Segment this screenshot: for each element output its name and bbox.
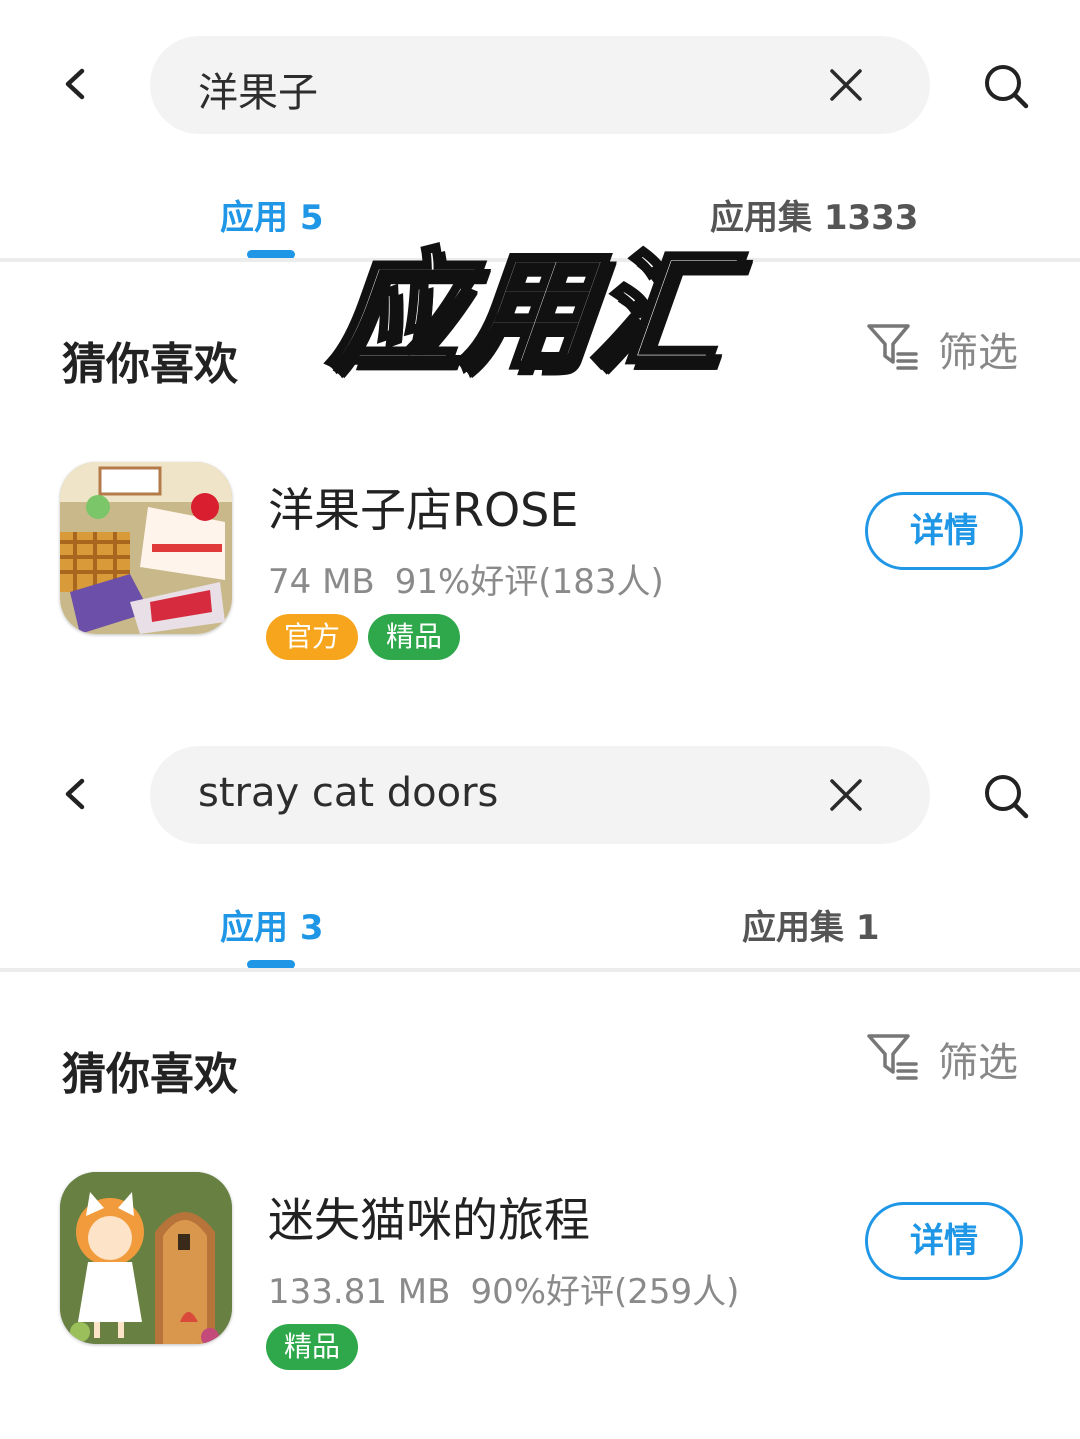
app-size: 74 MB [268,562,375,602]
section-title: 猜你喜欢 [62,339,238,390]
search-input[interactable]: 洋果子 [150,36,930,134]
back-arrow-icon[interactable] [58,776,94,812]
list-item[interactable]: 迷失猫咪的旅程 133.81 MB 90%好评(259人) 精品 详情 [0,1172,1080,1370]
filter-label: 筛选 [938,1040,1018,1086]
search-icon[interactable] [982,62,1030,110]
app-meta: 133.81 MB 90%好评(259人) [268,1264,739,1313]
badge-group: 精品 [266,1324,368,1370]
app-name[interactable]: 迷失猫咪的旅程 [268,1184,590,1250]
search-query[interactable]: stray cat doors [198,770,498,816]
back-arrow-icon[interactable] [58,66,94,102]
tab-app-collections[interactable]: 应用集 1 [742,900,880,949]
clear-x-icon[interactable] [828,777,864,813]
overlay-title: 应用汇 [322,236,733,390]
app-rating: 90%好评(259人) [470,1272,740,1312]
filter-icon [867,1034,918,1080]
detail-button[interactable]: 详情 [865,1202,1023,1280]
badge-premium: 精品 [266,1324,359,1370]
badge-premium: 精品 [368,614,461,660]
clear-x-icon[interactable] [828,67,864,103]
tab-app-collections[interactable]: 应用集 1333 [710,190,918,239]
tab-divider [0,968,1080,972]
search-result-panel-2: stray cat doors 应用 3 应用集 1 猜你喜欢 筛选 迷失猫咪的… [0,710,1080,1439]
tab-apps[interactable]: 应用 3 [220,900,324,949]
search-icon[interactable] [982,772,1030,820]
search-input[interactable]: stray cat doors [150,746,930,844]
section-title: 猜你喜欢 [62,1049,238,1100]
tab-apps[interactable]: 应用 5 [220,190,324,239]
filter-icon [867,324,918,370]
list-item[interactable]: 洋果子店ROSE 74 MB 91%好评(183人) 官方 精品 详情 [0,462,1080,660]
filter-label: 筛选 [938,330,1018,376]
app-icon[interactable] [60,462,232,634]
search-query[interactable]: 洋果子 [198,60,318,118]
app-rating: 91%好评(183人) [394,562,664,602]
badge-group: 官方 精品 [266,614,470,660]
app-meta: 74 MB 91%好评(183人) [268,554,664,603]
app-icon[interactable] [60,1172,232,1344]
app-size: 133.81 MB [268,1272,451,1312]
detail-button[interactable]: 详情 [865,492,1023,570]
badge-official: 官方 [266,614,359,660]
app-name[interactable]: 洋果子店ROSE [268,474,578,540]
